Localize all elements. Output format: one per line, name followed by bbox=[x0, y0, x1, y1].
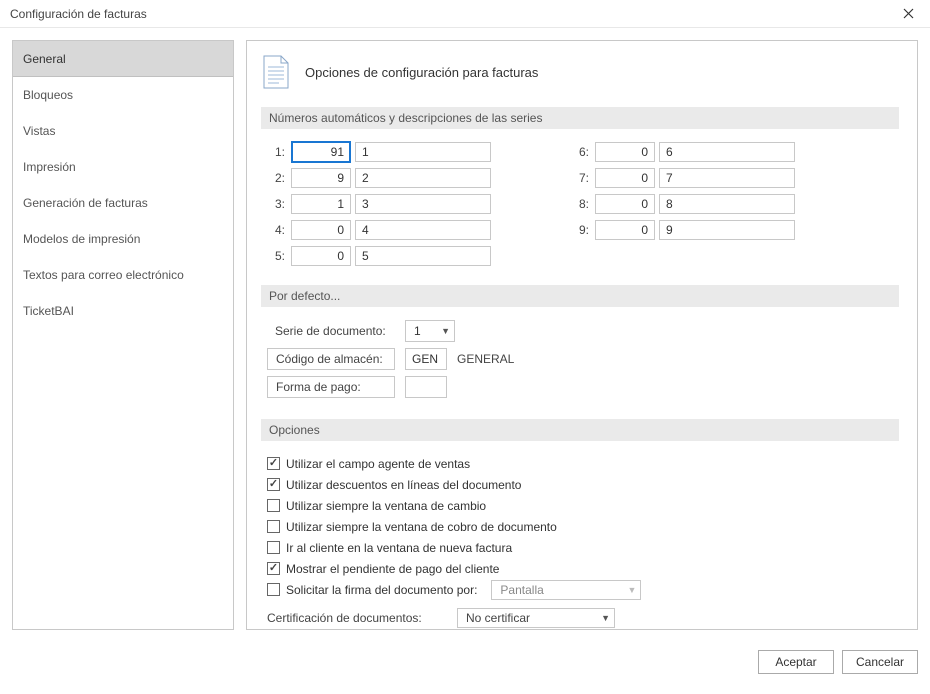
series-number-input[interactable]: 1 bbox=[291, 194, 351, 214]
sidebar-item[interactable]: Generación de facturas bbox=[13, 185, 233, 221]
doc-series-label: Serie de documento: bbox=[267, 324, 395, 338]
option-label: Utilizar descuentos en líneas del docume… bbox=[286, 478, 521, 492]
series-number-input[interactable]: 0 bbox=[291, 220, 351, 240]
doc-series-combo[interactable]: 1 ▼ bbox=[405, 320, 455, 342]
option-checkbox[interactable] bbox=[267, 499, 280, 512]
option-label: Utilizar siempre la ventana de cobro de … bbox=[286, 520, 557, 534]
option-row: Ir al cliente en la ventana de nueva fac… bbox=[267, 537, 893, 558]
series-label: 6: bbox=[571, 145, 595, 159]
option-label: Mostrar el pendiente de pago del cliente bbox=[286, 562, 499, 576]
chevron-down-icon: ▼ bbox=[601, 613, 610, 623]
sign-method-value: Pantalla bbox=[500, 583, 543, 597]
series-number-input[interactable]: 0 bbox=[595, 194, 655, 214]
series-number-input[interactable]: 9 bbox=[291, 168, 351, 188]
series-number-input[interactable]: 0 bbox=[595, 220, 655, 240]
option-checkbox[interactable] bbox=[267, 457, 280, 470]
series-desc-input[interactable]: 3 bbox=[355, 194, 491, 214]
series-label: 8: bbox=[571, 197, 595, 211]
option-checkbox[interactable] bbox=[267, 478, 280, 491]
chevron-down-icon: ▼ bbox=[628, 585, 637, 595]
title-bar: Configuración de facturas bbox=[0, 0, 930, 28]
sidebar-item[interactable]: Textos para correo electrónico bbox=[13, 257, 233, 293]
sidebar-item[interactable]: Impresión bbox=[13, 149, 233, 185]
series-row: 9:09 bbox=[571, 219, 795, 241]
series-grid: 1:9112:923:134:045:05 6:067:078:089:09 bbox=[261, 141, 899, 285]
series-row: 7:07 bbox=[571, 167, 795, 189]
payment-value[interactable] bbox=[405, 376, 447, 398]
series-row: 6:06 bbox=[571, 141, 795, 163]
series-desc-input[interactable]: 8 bbox=[659, 194, 795, 214]
series-desc-input[interactable]: 7 bbox=[659, 168, 795, 188]
warehouse-label[interactable]: Código de almacén: bbox=[267, 348, 395, 370]
option-row: Mostrar el pendiente de pago del cliente bbox=[267, 558, 893, 579]
sidebar-item[interactable]: Bloqueos bbox=[13, 77, 233, 113]
series-label: 2: bbox=[267, 171, 291, 185]
series-desc-input[interactable]: 1 bbox=[355, 142, 491, 162]
option-label: Ir al cliente en la ventana de nueva fac… bbox=[286, 541, 512, 555]
series-label: 5: bbox=[267, 249, 291, 263]
option-sign-checkbox[interactable] bbox=[267, 583, 280, 596]
series-desc-input[interactable]: 6 bbox=[659, 142, 795, 162]
doc-series-value: 1 bbox=[414, 324, 421, 338]
chevron-down-icon: ▼ bbox=[441, 326, 450, 336]
series-row: 3:13 bbox=[267, 193, 491, 215]
series-number-input[interactable]: 91 bbox=[291, 141, 351, 163]
series-row: 2:92 bbox=[267, 167, 491, 189]
series-number-input[interactable]: 0 bbox=[595, 168, 655, 188]
option-checkbox[interactable] bbox=[267, 562, 280, 575]
document-icon bbox=[261, 55, 289, 89]
series-desc-input[interactable]: 5 bbox=[355, 246, 491, 266]
section-defaults-title: Por defecto... bbox=[261, 285, 899, 307]
series-number-input[interactable]: 0 bbox=[291, 246, 351, 266]
option-checkbox[interactable] bbox=[267, 541, 280, 554]
option-label: Utilizar el campo agente de ventas bbox=[286, 457, 470, 471]
content-panel: Opciones de configuración para facturas … bbox=[246, 40, 918, 630]
series-label: 9: bbox=[571, 223, 595, 237]
sidebar-item[interactable]: Modelos de impresión bbox=[13, 221, 233, 257]
option-row: Utilizar el campo agente de ventas bbox=[267, 453, 893, 474]
series-desc-input[interactable]: 9 bbox=[659, 220, 795, 240]
section-series-title: Números automáticos y descripciones de l… bbox=[261, 107, 899, 129]
series-row: 4:04 bbox=[267, 219, 491, 241]
cert-label: Certificación de documentos: bbox=[267, 611, 457, 625]
footer: Aceptar Cancelar bbox=[0, 642, 930, 682]
option-checkbox[interactable] bbox=[267, 520, 280, 533]
warehouse-desc: GENERAL bbox=[457, 352, 514, 366]
sidebar-item[interactable]: TicketBAI bbox=[13, 293, 233, 329]
sidebar-item[interactable]: Vistas bbox=[13, 113, 233, 149]
section-options-title: Opciones bbox=[261, 419, 899, 441]
cancel-button[interactable]: Cancelar bbox=[842, 650, 918, 674]
option-row: Utilizar descuentos en líneas del docume… bbox=[267, 474, 893, 495]
sidebar: GeneralBloqueosVistasImpresiónGeneración… bbox=[12, 40, 234, 630]
sign-method-combo[interactable]: Pantalla ▼ bbox=[491, 580, 641, 600]
series-desc-input[interactable]: 2 bbox=[355, 168, 491, 188]
series-desc-input[interactable]: 4 bbox=[355, 220, 491, 240]
cert-value: No certificar bbox=[466, 611, 530, 625]
cert-combo[interactable]: No certificar ▼ bbox=[457, 608, 615, 628]
series-row: 8:08 bbox=[571, 193, 795, 215]
option-sign-label: Solicitar la firma del documento por: bbox=[286, 583, 477, 597]
series-label: 4: bbox=[267, 223, 291, 237]
sidebar-item[interactable]: General bbox=[13, 41, 233, 77]
accept-button[interactable]: Aceptar bbox=[758, 650, 834, 674]
series-row: 5:05 bbox=[267, 245, 491, 267]
payment-label[interactable]: Forma de pago: bbox=[267, 376, 395, 398]
page-title: Opciones de configuración para facturas bbox=[305, 65, 538, 80]
series-number-input[interactable]: 0 bbox=[595, 142, 655, 162]
series-label: 3: bbox=[267, 197, 291, 211]
warehouse-code[interactable]: GEN bbox=[405, 348, 447, 370]
series-label: 7: bbox=[571, 171, 595, 185]
close-icon[interactable] bbox=[894, 0, 922, 28]
option-row: Utilizar siempre la ventana de cobro de … bbox=[267, 516, 893, 537]
option-row: Utilizar siempre la ventana de cambio bbox=[267, 495, 893, 516]
window-title: Configuración de facturas bbox=[10, 7, 147, 21]
series-row: 1:911 bbox=[267, 141, 491, 163]
series-label: 1: bbox=[267, 145, 291, 159]
option-label: Utilizar siempre la ventana de cambio bbox=[286, 499, 486, 513]
